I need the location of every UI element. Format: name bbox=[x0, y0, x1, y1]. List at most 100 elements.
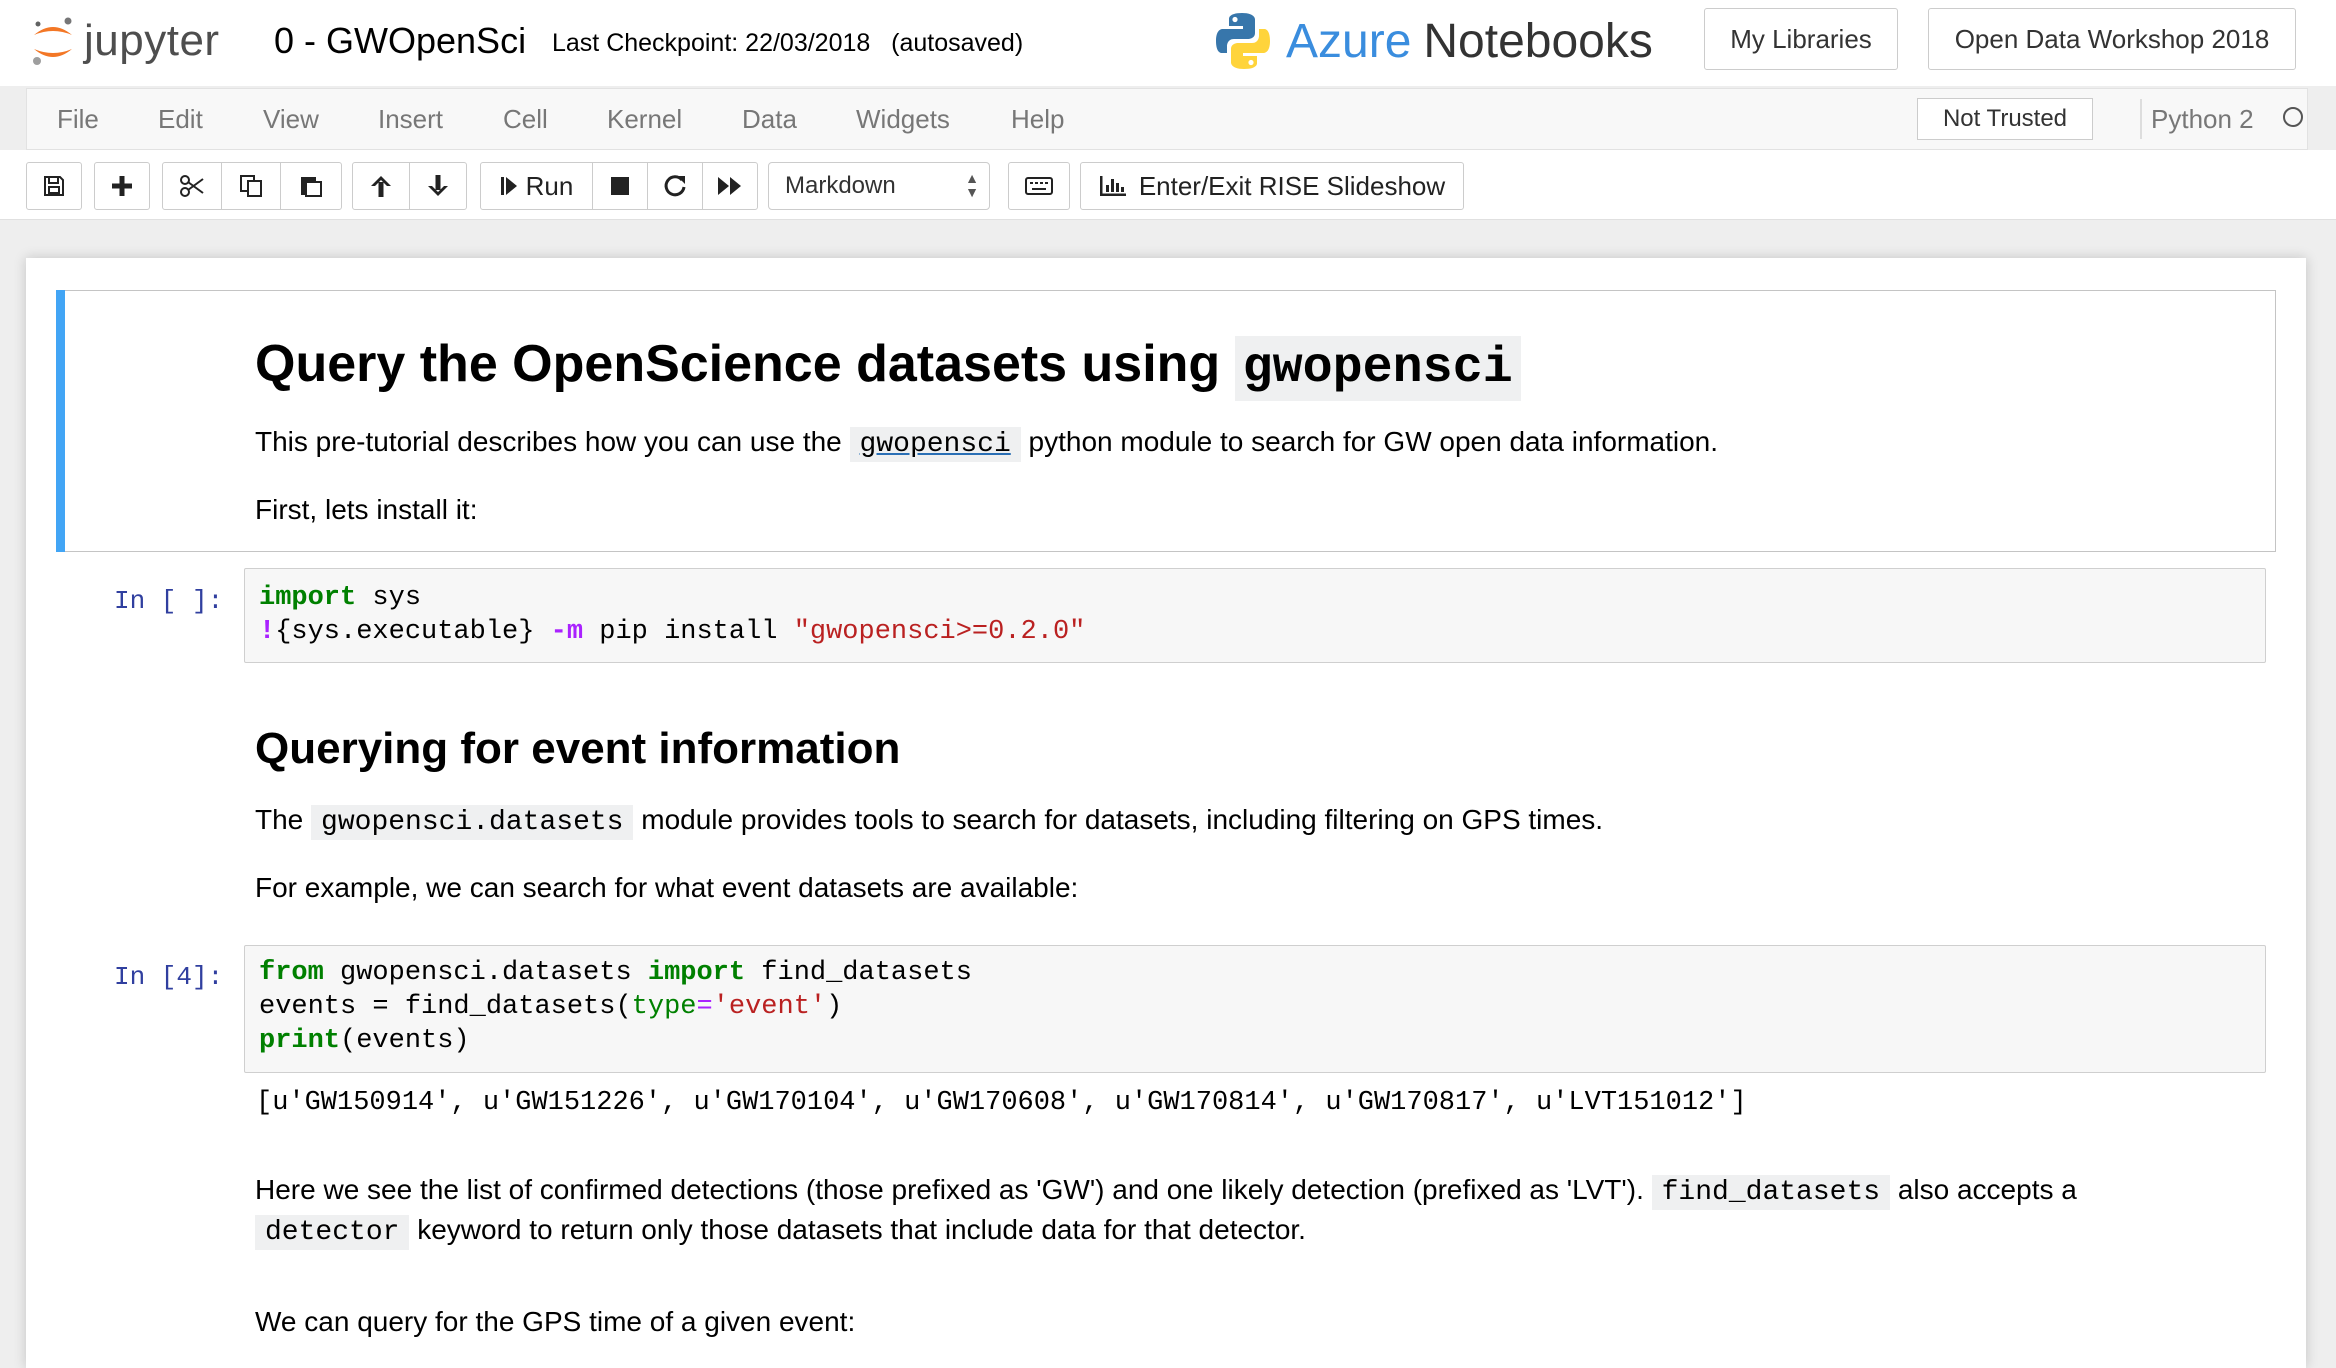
not-trusted-indicator[interactable]: Not Trusted bbox=[1917, 98, 2093, 140]
checkpoint-status: Last Checkpoint: 22/03/2018 (autosaved) bbox=[552, 8, 1023, 74]
heading-code: gwopensci bbox=[1234, 336, 1521, 401]
code-text: gwopensci.datasets bbox=[323, 958, 648, 988]
magic-bang: ! bbox=[259, 617, 276, 647]
code-kwarg: type bbox=[631, 992, 697, 1022]
azure-notebooks-brand[interactable]: Azure Notebooks bbox=[1214, 6, 1653, 76]
brand-azure: Azure bbox=[1286, 14, 1412, 68]
kernel-divider bbox=[2140, 99, 2142, 139]
workshop-button[interactable]: Open Data Workshop 2018 bbox=[1928, 8, 2296, 70]
link-text[interactable]: gwopensci bbox=[860, 429, 1011, 460]
arrow-up-icon bbox=[371, 176, 391, 197]
code-option: -m bbox=[550, 617, 584, 647]
paragraph-text: python module to search for GW open data… bbox=[1028, 426, 1719, 457]
rise-label: Enter/Exit RISE Slideshow bbox=[1138, 170, 1446, 201]
logo-text: jupyter bbox=[84, 16, 220, 65]
cut-button[interactable] bbox=[162, 162, 222, 210]
heading-text: Query the OpenScience datasets using bbox=[255, 335, 1221, 393]
cell-heading: Querying for event information bbox=[255, 724, 901, 773]
code-cell-input[interactable]: from gwopensci.datasets import find_data… bbox=[244, 945, 2266, 1073]
copy-button[interactable] bbox=[221, 162, 281, 210]
code-text: ) bbox=[826, 992, 843, 1022]
kernel-idle-icon bbox=[2283, 107, 2303, 127]
paragraph-text: This pre-tutorial describes how you can … bbox=[255, 426, 842, 457]
cell-heading: Query the OpenScience datasets using gwo… bbox=[255, 334, 1521, 401]
paste-icon bbox=[301, 177, 322, 197]
menu-edit[interactable]: Edit bbox=[158, 89, 203, 149]
paragraph-text: also accepts a bbox=[1897, 1174, 2077, 1205]
code-text: events = find_datasets( bbox=[259, 992, 632, 1022]
restart-run-all-button[interactable] bbox=[702, 162, 758, 210]
cell-paragraph: This pre-tutorial describes how you can … bbox=[255, 426, 1719, 462]
cell-type-value: Markdown bbox=[785, 172, 896, 199]
toolbar: Run Markdown ▲ ▼ Enter/Exit RISE Slidesho… bbox=[0, 150, 2336, 220]
header: jupyter 0 - GWOpenSci Last Checkpoint: 2… bbox=[0, 0, 2336, 86]
menu-data[interactable]: Data bbox=[742, 89, 797, 149]
cell-paragraph: For example, we can search for what even… bbox=[255, 872, 1079, 903]
insert-cell-button[interactable] bbox=[94, 162, 150, 210]
python-logo-icon bbox=[1216, 13, 1270, 69]
kernel-name[interactable]: Python 2 bbox=[2151, 89, 2254, 149]
run-button[interactable]: Run bbox=[480, 162, 593, 210]
notebook-container: Query the OpenScience datasets using gwo… bbox=[26, 258, 2306, 1368]
jupyter-logo-icon bbox=[33, 17, 72, 65]
menu-kernel[interactable]: Kernel bbox=[607, 89, 682, 149]
code-string: "gwopensci>=0.2.0" bbox=[793, 617, 1086, 647]
cell-paragraph: The gwopensci.datasets module provides t… bbox=[255, 804, 1604, 840]
code-text: {sys.executable} bbox=[275, 617, 551, 647]
menu-cell[interactable]: Cell bbox=[503, 89, 548, 149]
menu-insert[interactable]: Insert bbox=[378, 89, 443, 149]
paragraph-text: keyword to return only those datasets th… bbox=[417, 1214, 1306, 1245]
command-palette-button[interactable] bbox=[1008, 162, 1070, 210]
save-icon bbox=[44, 176, 64, 196]
cell-type-select[interactable]: Markdown ▲ ▼ bbox=[768, 162, 990, 210]
paragraph-text: Here we see the list of confirmed detect… bbox=[255, 1174, 1644, 1205]
my-libraries-button[interactable]: My Libraries bbox=[1704, 8, 1898, 70]
step-forward-icon bbox=[500, 177, 517, 195]
save-button[interactable] bbox=[26, 162, 82, 210]
code-string: 'event' bbox=[712, 992, 827, 1022]
keyword: from bbox=[259, 958, 324, 988]
notebook-title[interactable]: 0 - GWOpenSci bbox=[274, 8, 526, 74]
rise-slideshow-button[interactable]: Enter/Exit RISE Slideshow bbox=[1080, 162, 1464, 210]
code-line: print(events) bbox=[259, 1026, 470, 1056]
scissors-icon bbox=[180, 175, 204, 197]
code-operator: = bbox=[696, 992, 713, 1022]
move-down-button[interactable] bbox=[409, 162, 467, 210]
paste-button[interactable] bbox=[280, 162, 342, 210]
move-up-button[interactable] bbox=[352, 162, 410, 210]
bar-chart-icon bbox=[1099, 176, 1126, 196]
restart-button[interactable] bbox=[647, 162, 703, 210]
menu-view[interactable]: View bbox=[263, 89, 319, 149]
code-link[interactable]: gwopensci bbox=[849, 427, 1021, 462]
keyword: import bbox=[259, 583, 357, 613]
code-text: sys bbox=[356, 583, 422, 613]
menu-file[interactable]: File bbox=[57, 89, 99, 149]
code-line: import sys bbox=[259, 583, 421, 613]
cell-paragraph: detector keyword to return only those da… bbox=[255, 1214, 1306, 1250]
jupyter-logo[interactable]: jupyter bbox=[30, 8, 220, 74]
paragraph-text: The bbox=[255, 804, 304, 835]
paragraph-text: module provides tools to search for data… bbox=[641, 804, 1604, 835]
interrupt-button[interactable] bbox=[592, 162, 648, 210]
cell-paragraph: First, lets install it: bbox=[255, 494, 478, 525]
input-prompt: In [4]: bbox=[114, 962, 224, 992]
autosave-status: (autosaved) bbox=[891, 29, 1024, 57]
stop-icon bbox=[611, 177, 629, 195]
select-arrows-icon: ▲ ▼ bbox=[965, 170, 979, 200]
input-prompt: In [ ]: bbox=[114, 586, 224, 616]
inline-code: gwopensci.datasets bbox=[311, 805, 634, 840]
copy-icon bbox=[240, 175, 262, 197]
menubar: File Edit View Insert Cell Kernel Data W… bbox=[26, 88, 2308, 150]
cell-paragraph: We can query for the GPS time of a given… bbox=[255, 1306, 856, 1337]
keyword: print bbox=[259, 1026, 341, 1056]
code-line: events = find_datasets(type='event') bbox=[259, 992, 842, 1022]
code-text: pip install bbox=[583, 617, 794, 647]
cell-output: [u'GW150914', u'GW151226', u'GW170104', … bbox=[256, 1088, 1747, 1118]
inline-code: find_datasets bbox=[1651, 1175, 1891, 1210]
code-line: !{sys.executable} -m pip install "gwopen… bbox=[259, 617, 1085, 647]
menu-help[interactable]: Help bbox=[1011, 89, 1064, 149]
code-cell-input[interactable]: import sys !{sys.executable} -m pip inst… bbox=[244, 568, 2266, 663]
fast-forward-icon bbox=[718, 177, 741, 195]
menu-widgets[interactable]: Widgets bbox=[856, 89, 950, 149]
keyword: import bbox=[647, 958, 746, 988]
